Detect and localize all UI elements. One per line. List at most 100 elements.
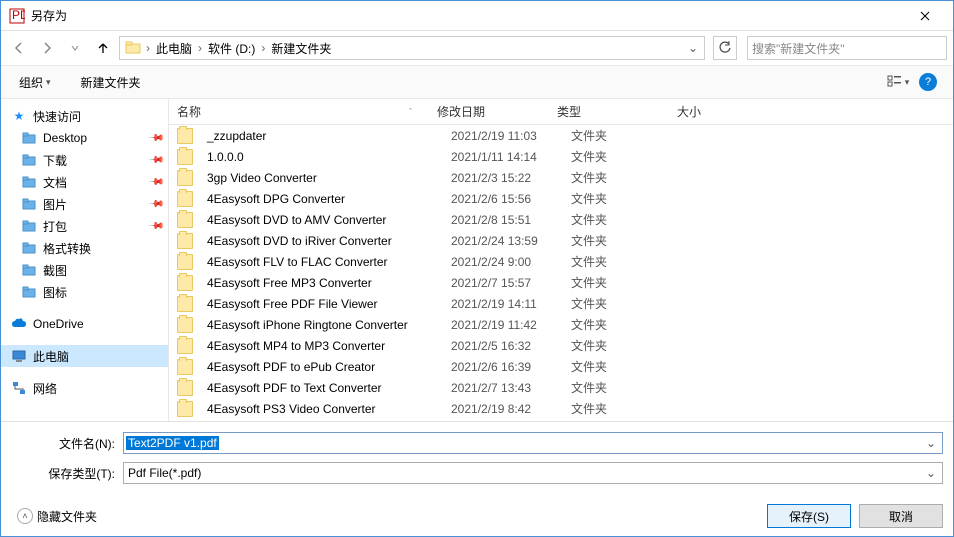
file-type: 文件夹 [563, 148, 683, 165]
view-button[interactable]: ▾ [885, 71, 911, 93]
filetype-select[interactable]: Pdf File(*.pdf) ⌄ [123, 462, 943, 484]
save-button[interactable]: 保存(S) [767, 504, 851, 528]
folder-icon [21, 174, 37, 190]
table-row[interactable]: 4Easysoft PDF to ePub Creator2021/2/6 16… [169, 356, 953, 377]
sidebar-onedrive[interactable]: OneDrive [1, 313, 168, 335]
table-row[interactable]: 4Easysoft Free MP3 Converter2021/2/7 15:… [169, 272, 953, 293]
cancel-button[interactable]: 取消 [859, 504, 943, 528]
file-name: 1.0.0.0 [199, 150, 443, 164]
pin-icon: 📌 [147, 218, 164, 235]
sidebar-item-2[interactable]: 文档📌 [1, 171, 168, 193]
file-list: 名称 ˆ 修改日期 类型 大小 _zzupdater2021/2/19 11:03… [169, 99, 953, 421]
network-icon [11, 380, 27, 396]
sidebar-item-5[interactable]: 格式转换 [1, 237, 168, 259]
column-size[interactable]: 大小 [669, 103, 749, 120]
chevron-down-icon[interactable]: ⌄ [922, 466, 940, 480]
back-button[interactable] [7, 36, 31, 60]
sidebar-item-7[interactable]: 图标 [1, 281, 168, 303]
column-date[interactable]: 修改日期 [429, 103, 549, 120]
search-placeholder: 搜索"新建文件夹" [752, 40, 845, 57]
address-bar[interactable]: › 此电脑 › 软件 (D:) › 新建文件夹 ⌄ [119, 36, 705, 60]
folder-icon [177, 296, 193, 312]
monitor-icon [11, 348, 27, 364]
bottom-panel: 文件名(N): Text2PDF v1.pdf ⌄ 保存类型(T): Pdf F… [1, 422, 953, 536]
filename-value: Text2PDF v1.pdf [126, 436, 219, 450]
folder-icon [21, 262, 37, 278]
sidebar-item-6[interactable]: 截图 [1, 259, 168, 281]
file-type: 文件夹 [563, 337, 683, 354]
sidebar-quick-access[interactable]: ★ 快速访问 [1, 105, 168, 127]
table-row[interactable]: 4Easysoft iPhone Ringtone Converter2021/… [169, 314, 953, 335]
table-row[interactable]: 4Easysoft MP4 to MP3 Converter2021/2/5 1… [169, 335, 953, 356]
sidebar-item-label: 打包 [43, 218, 67, 235]
file-type: 文件夹 [563, 400, 683, 417]
toolbar: 组织▾ 新建文件夹 ▾ ? [1, 65, 953, 99]
file-date: 2021/2/19 11:42 [443, 318, 563, 332]
table-row[interactable]: 4Easysoft DVD to iRiver Converter2021/2/… [169, 230, 953, 251]
file-type: 文件夹 [563, 274, 683, 291]
folder-icon [177, 401, 193, 417]
refresh-button[interactable] [713, 36, 737, 60]
sidebar-network[interactable]: 网络 [1, 377, 168, 399]
navigation-bar: › 此电脑 › 软件 (D:) › 新建文件夹 ⌄ 搜索"新建文件夹" [1, 31, 953, 65]
breadcrumb-thispc[interactable]: 此电脑 [152, 40, 196, 57]
search-input[interactable]: 搜索"新建文件夹" [747, 36, 947, 60]
file-date: 2021/2/3 15:22 [443, 171, 563, 185]
file-date: 2021/2/8 15:51 [443, 213, 563, 227]
filename-input[interactable]: Text2PDF v1.pdf ⌄ [123, 432, 943, 454]
hide-folders-label: 隐藏文件夹 [37, 508, 97, 525]
pin-icon: 📌 [147, 174, 164, 191]
folder-icon [177, 275, 193, 291]
close-button[interactable] [905, 2, 945, 30]
recent-button[interactable] [63, 36, 87, 60]
folder-icon [21, 152, 37, 168]
sidebar-item-label: 图片 [43, 196, 67, 213]
col-name-label: 名称 [177, 103, 201, 120]
forward-button[interactable] [35, 36, 59, 60]
file-date: 2021/2/24 13:59 [443, 234, 563, 248]
sort-indicator-icon: ˆ [409, 107, 420, 117]
chevron-down-icon[interactable]: ⌄ [922, 436, 940, 450]
table-row[interactable]: 4Easysoft DPG Converter2021/2/6 15:56文件夹 [169, 188, 953, 209]
sidebar-item-4[interactable]: 打包 📌 [1, 215, 168, 237]
file-name: 4Easysoft PDF to Text Converter [199, 381, 443, 395]
table-row[interactable]: 4Easysoft DVD to AMV Converter2021/2/8 1… [169, 209, 953, 230]
file-type: 文件夹 [563, 295, 683, 312]
pin-icon: 📌 [147, 196, 164, 213]
table-row[interactable]: 4Easysoft PS3 Video Converter2021/2/19 8… [169, 398, 953, 419]
sidebar-item-label: Desktop [43, 131, 87, 145]
sidebar-this-pc[interactable]: 此电脑 [1, 345, 168, 367]
help-button[interactable]: ? [915, 71, 941, 93]
file-date: 2021/2/19 8:42 [443, 402, 563, 416]
column-type[interactable]: 类型 [549, 103, 669, 120]
chevron-right-icon[interactable]: › [259, 41, 267, 55]
address-dropdown-icon[interactable]: ⌄ [684, 41, 702, 55]
up-button[interactable] [91, 36, 115, 60]
table-row[interactable]: 4Easysoft Free PDF File Viewer2021/2/19 … [169, 293, 953, 314]
sidebar-item-3[interactable]: 图片 📌 [1, 193, 168, 215]
table-row[interactable]: 4Easysoft FLV to FLAC Converter2021/2/24… [169, 251, 953, 272]
file-name: 4Easysoft DPG Converter [199, 192, 443, 206]
chevron-right-icon[interactable]: › [196, 41, 204, 55]
table-row[interactable]: 4Easysoft PDF to Text Converter2021/2/7 … [169, 377, 953, 398]
file-date: 2021/2/19 14:11 [443, 297, 563, 311]
column-name[interactable]: 名称 ˆ [169, 103, 429, 120]
sidebar-item-label: 格式转换 [43, 240, 91, 257]
table-row[interactable]: 1.0.0.02021/1/11 14:14文件夹 [169, 146, 953, 167]
folder-icon [177, 128, 193, 144]
new-folder-button[interactable]: 新建文件夹 [75, 70, 147, 95]
breadcrumb-folder[interactable]: 新建文件夹 [267, 40, 335, 57]
hide-folders-toggle[interactable]: ˄ 隐藏文件夹 [17, 508, 97, 525]
chevron-right-icon[interactable]: › [144, 41, 152, 55]
breadcrumb-drive[interactable]: 软件 (D:) [204, 40, 259, 57]
titlebar: PDF 另存为 [1, 1, 953, 31]
organize-button[interactable]: 组织▾ [13, 70, 57, 95]
sidebar-item-1[interactable]: 下载📌 [1, 149, 168, 171]
folder-icon [124, 39, 142, 57]
filetype-value: Pdf File(*.pdf) [126, 466, 201, 480]
table-row[interactable]: 3gp Video Converter2021/2/3 15:22文件夹 [169, 167, 953, 188]
pin-icon: 📌 [147, 130, 164, 147]
file-name: 3gp Video Converter [199, 171, 443, 185]
table-row[interactable]: _zzupdater2021/2/19 11:03文件夹 [169, 125, 953, 146]
sidebar-item-0[interactable]: Desktop 📌 [1, 127, 168, 149]
